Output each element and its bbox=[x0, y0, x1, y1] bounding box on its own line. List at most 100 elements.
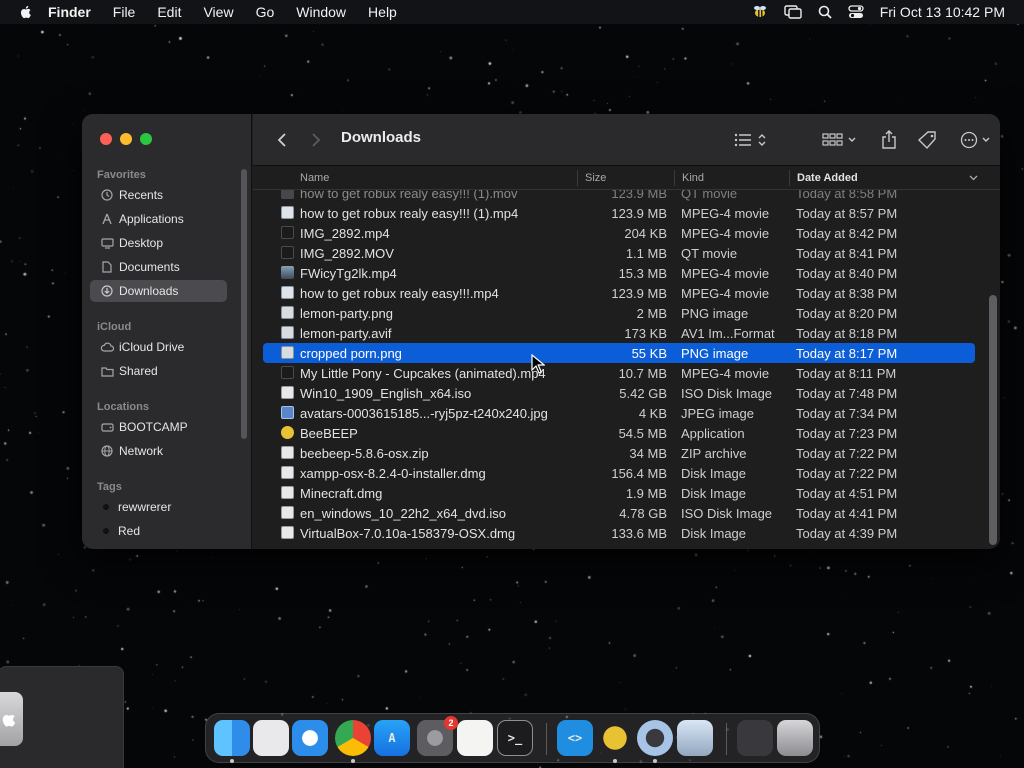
menu-help[interactable]: Help bbox=[368, 4, 397, 20]
share-button[interactable] bbox=[877, 114, 901, 166]
file-row[interactable]: IMG_2892.mp4 204 KB MPEG-4 movie Today at 8… bbox=[263, 223, 975, 243]
sidebar-item-recents[interactable]: Recents bbox=[90, 184, 227, 206]
back-button[interactable] bbox=[271, 114, 293, 166]
menu-edit[interactable]: Edit bbox=[157, 4, 181, 20]
dock-separator bbox=[546, 723, 547, 755]
file-row[interactable]: en_windows_10_22h2_x64_dvd.iso 4.78 GB ISO… bbox=[263, 503, 975, 523]
zoom-button[interactable] bbox=[140, 133, 152, 145]
video-file-icon bbox=[281, 286, 294, 299]
file-row[interactable]: lemon-party.png 2 MB PNG image Today at 8:2… bbox=[263, 303, 975, 323]
column-kind[interactable]: Kind bbox=[682, 172, 704, 184]
sidebar-scrollbar[interactable] bbox=[241, 169, 247, 439]
system-settings-icon[interactable]: 2 bbox=[417, 716, 458, 756]
file-row[interactable]: xampp-osx-8.2.4-0-installer.dmg 156.4 MB D… bbox=[263, 463, 975, 483]
menu-go[interactable]: Go bbox=[256, 4, 275, 20]
file-row[interactable]: beebeep-5.8.6-osx.zip 34 MB ZIP archive Tod… bbox=[263, 443, 975, 463]
file-name: IMG_2892.mp4 bbox=[300, 226, 390, 241]
apple-menu-icon[interactable] bbox=[18, 4, 34, 20]
chrome-icon[interactable] bbox=[335, 720, 371, 756]
launchpad-icon[interactable] bbox=[253, 720, 289, 756]
video-thumb-icon bbox=[281, 266, 294, 279]
group-by-button[interactable] bbox=[819, 114, 863, 166]
terminal-icon[interactable]: >_ bbox=[497, 720, 533, 756]
sidebar-item-network[interactable]: Network bbox=[90, 440, 227, 462]
menu-finder[interactable]: Finder bbox=[48, 4, 91, 20]
image-file-icon bbox=[281, 346, 294, 359]
screen-mirroring-icon[interactable] bbox=[784, 5, 802, 19]
sidebar-item-icloud-drive[interactable]: iCloud Drive bbox=[90, 336, 227, 358]
quicktime-icon[interactable] bbox=[637, 720, 673, 756]
file-row[interactable]: lemon-party.avif 173 KB AV1 Im...Format Tod… bbox=[263, 323, 975, 343]
sidebar-item-bootcamp[interactable]: BOOTCAMP bbox=[90, 416, 227, 438]
file-row[interactable]: Minecraft.dmg 1.9 MB Disk Image Today at 4:… bbox=[263, 483, 975, 503]
file-size: 15.3 MB bbox=[618, 266, 667, 281]
more-actions-button[interactable] bbox=[959, 114, 997, 166]
forward-button[interactable] bbox=[305, 114, 327, 166]
sidebar-item-documents[interactable]: Documents bbox=[90, 256, 227, 278]
sidebar-item-applications[interactable]: Applications bbox=[90, 208, 227, 230]
background-window[interactable] bbox=[0, 666, 124, 768]
column-date-added[interactable]: Date Added bbox=[797, 172, 858, 184]
file-date-added: Today at 8:58 PM bbox=[796, 190, 898, 201]
file-row[interactable]: cropped porn.png 55 KB PNG image Today at 8… bbox=[263, 343, 975, 363]
file-row-partial[interactable]: how to get robux realy easy!!! (1).mov 1… bbox=[263, 190, 975, 203]
sidebar-tag-rewwrerer[interactable]: rewwrerer bbox=[90, 496, 227, 518]
doc-file-icon bbox=[281, 466, 294, 479]
file-name: en_windows_10_22h2_x64_dvd.iso bbox=[300, 506, 506, 521]
app-store-icon[interactable]: A bbox=[374, 720, 410, 756]
tag-button[interactable] bbox=[916, 114, 940, 166]
file-date-added: Today at 7:22 PM bbox=[796, 466, 898, 481]
file-size: 204 KB bbox=[624, 226, 667, 241]
sidebar-tag-red[interactable]: Red bbox=[90, 520, 227, 542]
file-row[interactable]: Win10_1909_English_x64.iso 5.42 GB ISO Dis… bbox=[263, 383, 975, 403]
file-row[interactable]: My Little Pony - Cupcakes (animated).mp4… bbox=[263, 363, 975, 383]
disk-image-icon[interactable] bbox=[677, 720, 713, 756]
safari-icon[interactable] bbox=[292, 720, 328, 756]
beebeep-icon[interactable] bbox=[597, 720, 633, 756]
textedit-icon[interactable] bbox=[457, 720, 493, 756]
sidebar-item-downloads[interactable]: Downloads bbox=[90, 280, 227, 302]
sidebar-item-label: BOOTCAMP bbox=[119, 420, 188, 434]
minimize-button[interactable] bbox=[120, 133, 132, 145]
file-date-added: Today at 8:40 PM bbox=[796, 266, 898, 281]
menu-file[interactable]: File bbox=[113, 4, 136, 20]
menu-view[interactable]: View bbox=[203, 4, 233, 20]
column-name[interactable]: Name bbox=[300, 172, 329, 184]
spotlight-search-icon[interactable] bbox=[818, 5, 832, 19]
finder-icon[interactable] bbox=[214, 720, 250, 756]
file-row[interactable]: FWicyTg2lk.mp4 15.3 MB MPEG-4 movie Today a… bbox=[263, 263, 975, 283]
list-view-button[interactable] bbox=[731, 114, 773, 166]
file-row[interactable]: BeeBEEP 54.5 MB Application Today at 7:23 P… bbox=[263, 423, 975, 443]
file-date-added: Today at 8:11 PM bbox=[796, 366, 897, 381]
file-size: 54.5 MB bbox=[618, 426, 667, 441]
beebeep-status-icon[interactable] bbox=[752, 4, 768, 20]
file-list-scrollbar[interactable] bbox=[989, 295, 997, 545]
close-button[interactable] bbox=[100, 133, 112, 145]
file-row[interactable]: IMG_2892.MOV 1.1 MB QT movie Today at 8:41 … bbox=[263, 243, 975, 263]
control-center-icon[interactable] bbox=[848, 5, 864, 19]
file-size: 55 KB bbox=[631, 346, 667, 361]
sidebar-item-label: Desktop bbox=[119, 236, 164, 250]
column-divider[interactable] bbox=[674, 170, 675, 186]
file-row[interactable]: how to get robux realy easy!!!.mp4 123.9 … bbox=[263, 283, 975, 303]
menu-bar-clock[interactable]: Fri Oct 13 10:42 PM bbox=[880, 4, 1005, 20]
file-name: how to get robux realy easy!!!.mp4 bbox=[300, 286, 499, 301]
sidebar-item-shared[interactable]: Shared bbox=[90, 360, 227, 382]
sort-chevron-icon[interactable] bbox=[969, 175, 978, 181]
sidebar-item-desktop[interactable]: Desktop bbox=[90, 232, 227, 254]
column-divider[interactable] bbox=[577, 170, 578, 186]
downloads-stack-icon[interactable] bbox=[737, 720, 773, 756]
file-row[interactable]: avatars-0003615185...-ryj5pz-t240x240.jp… bbox=[263, 403, 975, 423]
column-divider[interactable] bbox=[789, 170, 790, 186]
file-name: cropped porn.png bbox=[300, 346, 402, 361]
file-row[interactable]: how to get robux realy easy!!! (1).mp4 12… bbox=[263, 203, 975, 223]
menu-window[interactable]: Window bbox=[296, 4, 346, 20]
file-size: 1.9 MB bbox=[625, 486, 667, 501]
video-file-icon bbox=[281, 190, 294, 199]
sidebar-item-label: rewwrerer bbox=[118, 500, 172, 514]
vscode-icon[interactable]: <> bbox=[557, 720, 593, 756]
file-row[interactable]: VirtualBox-7.0.10a-158379-OSX.dmg 133.6 M… bbox=[263, 523, 975, 543]
column-size[interactable]: Size bbox=[585, 172, 606, 184]
file-name: VirtualBox-7.0.10a-158379-OSX.dmg bbox=[300, 526, 516, 541]
trash-icon[interactable] bbox=[777, 720, 813, 756]
